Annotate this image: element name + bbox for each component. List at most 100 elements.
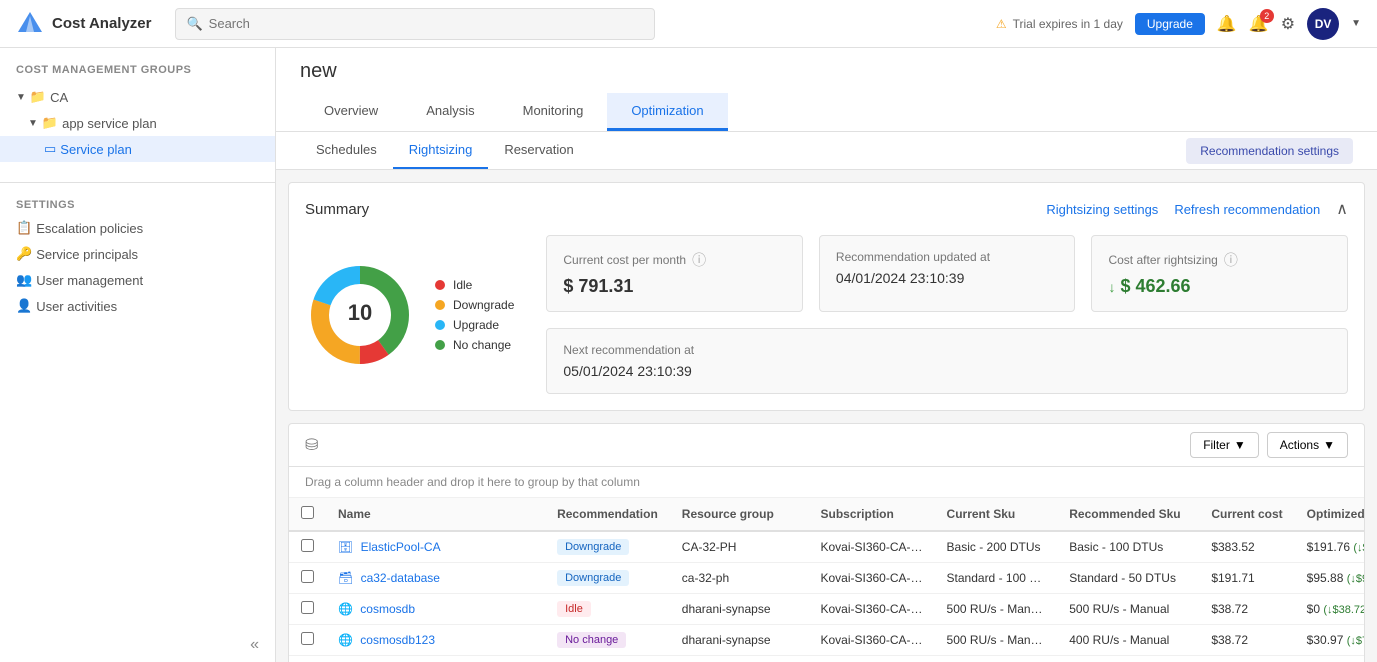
legend-downgrade: Downgrade — [435, 298, 514, 312]
donut-svg: 10 — [305, 260, 415, 370]
donut-legend: Idle Downgrade Upgrade — [435, 278, 514, 352]
row-subscription: Kovai-SI360-CA-… — [808, 563, 934, 594]
recommendation-settings-button[interactable]: Recommendation settings — [1186, 138, 1353, 164]
avatar[interactable]: DV — [1307, 8, 1339, 40]
sub-tab-schedules[interactable]: Schedules — [300, 132, 393, 169]
rec-updated-label: Recommendation updated at — [836, 250, 1059, 264]
filter-button[interactable]: Filter ▼ — [1190, 432, 1259, 458]
summary-full: 10 Idle Downgrade — [305, 235, 1348, 394]
metric-rec-updated: Recommendation updated at 04/01/2024 23:… — [819, 235, 1076, 312]
info-icon-2[interactable]: ⓘ — [1224, 250, 1238, 270]
saving-value: (↓$95.83) — [1347, 573, 1365, 585]
search-bar[interactable]: 🔍 — [175, 8, 655, 40]
resource-name[interactable]: ca32-database — [361, 571, 440, 585]
service-plan-label: Service plan — [60, 142, 132, 157]
row-recommended-sku: Standard_B1ls - Linux — [1057, 656, 1199, 662]
sidebar-item-user-management[interactable]: 👥 User management — [0, 267, 275, 293]
table-row: 🗃 ca32-database Downgrade ca-32-ph Kovai… — [289, 563, 1365, 594]
saving-value: (↓$7.74) — [1347, 635, 1365, 647]
trial-badge: ⚠ Trial expires in 1 day — [996, 17, 1123, 31]
row-checkbox-cell — [289, 656, 326, 662]
tab-optimization[interactable]: Optimization — [607, 93, 727, 131]
main-header: new Overview Analysis Monitoring Optimiz… — [276, 48, 1377, 132]
collapse-sidebar-button[interactable]: « — [0, 628, 275, 662]
settings-icon[interactable]: ⚙ — [1281, 14, 1295, 34]
row-resource-group: DHARANI-SYNAPSE — [670, 656, 809, 662]
search-input[interactable] — [209, 16, 645, 31]
main-content: new Overview Analysis Monitoring Optimiz… — [276, 48, 1377, 662]
escalation-label: Escalation policies — [36, 221, 143, 236]
info-icon[interactable]: ⓘ — [692, 250, 706, 270]
upgrade-dot — [435, 320, 445, 330]
row-resource-group: ca-32-ph — [670, 563, 809, 594]
row-subscription: Kovai-SI360-CA-… — [808, 594, 934, 625]
sub-tab-rightsizing[interactable]: Rightsizing — [393, 132, 489, 169]
row-optimized-cost: $191.76 (↓$191.76) — [1295, 531, 1365, 563]
upgrade-button[interactable]: Upgrade — [1135, 13, 1205, 35]
row-name: 🗄 ElasticPool-CA — [326, 531, 545, 563]
tab-monitoring[interactable]: Monitoring — [499, 93, 608, 131]
row-recommended-sku: 400 RU/s - Manual — [1057, 625, 1199, 656]
rightsizing-settings-link[interactable]: Rightsizing settings — [1046, 202, 1158, 217]
row-subscription: Kovai-SI360-CA-… — [808, 625, 934, 656]
sidebar-item-escalation[interactable]: 📋 Escalation policies — [0, 215, 275, 241]
actions-button[interactable]: Actions ▼ — [1267, 432, 1348, 458]
table-header-row: Name Recommendation Resource group Subsc… — [289, 498, 1365, 531]
user-management-label: User management — [36, 273, 143, 288]
app-layout: COST MANAGEMENT GROUPS ▼ 📁 CA ▼ 📁 app se… — [0, 48, 1377, 662]
cost-after-label: Cost after rightsizing ⓘ — [1108, 250, 1331, 270]
next-rec-value: 05/01/2024 23:10:39 — [563, 363, 1331, 379]
legend-upgrade: Upgrade — [435, 318, 514, 332]
refresh-recommendation-link[interactable]: Refresh recommendation — [1174, 202, 1320, 217]
resource-icon: ▭ — [44, 141, 56, 157]
sidebar-item-app-service-plan[interactable]: ▼ 📁 app service plan — [0, 110, 275, 136]
resource-name[interactable]: ElasticPool-CA — [361, 540, 441, 554]
table-row: 💻 dharanivirtualscaleset Downgrade DHARA… — [289, 656, 1365, 662]
row-checkbox[interactable] — [301, 570, 314, 583]
sidebar-item-service-principals[interactable]: 🔑 Service principals — [0, 241, 275, 267]
sub-tabs-bar: Schedules Rightsizing Reservation Recomm… — [276, 132, 1377, 170]
row-checkbox[interactable] — [301, 539, 314, 552]
row-checkbox-cell — [289, 594, 326, 625]
sidebar-item-user-activities[interactable]: 👤 User activities — [0, 293, 275, 319]
metrics-grid: Current cost per month ⓘ $ 791.31 Recomm… — [546, 235, 1348, 394]
sidebar-item-ca[interactable]: ▼ 📁 CA — [0, 84, 275, 110]
downgrade-dot — [435, 300, 445, 310]
alerts-icon[interactable]: 🔔 2 — [1249, 14, 1269, 34]
sidebar-divider — [0, 182, 275, 183]
sidebar-item-service-plan[interactable]: ▭ Service plan — [0, 136, 275, 162]
sidebar-tree: ▼ 📁 CA ▼ 📁 app service plan ▭ Service pl… — [0, 84, 275, 162]
row-current-sku: Basic - 200 DTUs — [935, 531, 1058, 563]
row-checkbox[interactable] — [301, 632, 314, 645]
filter-label: Filter — [1203, 438, 1230, 452]
idle-label: Idle — [453, 278, 472, 292]
warning-icon: ⚠ — [996, 17, 1007, 31]
sub-tab-reservation[interactable]: Reservation — [488, 132, 589, 169]
donut-legend-area: 10 Idle Downgrade — [305, 260, 514, 370]
row-current-cost: $383.52 — [1199, 531, 1294, 563]
row-recommended-sku: 500 RU/s - Manual — [1057, 594, 1199, 625]
resource-name[interactable]: cosmosdb123 — [360, 633, 435, 647]
col-resource-group: Resource group — [670, 498, 809, 531]
tab-overview[interactable]: Overview — [300, 93, 402, 131]
user-activities-label: User activities — [36, 299, 117, 314]
tab-analysis[interactable]: Analysis — [402, 93, 498, 131]
main-tabs: Overview Analysis Monitoring Optimizatio… — [300, 93, 1353, 131]
nav-actions: ⚠ Trial expires in 1 day Upgrade 🔔 🔔 2 ⚙… — [996, 8, 1361, 40]
app-logo[interactable]: Cost Analyzer — [16, 10, 151, 38]
row-current-cost: $191.71 — [1199, 563, 1294, 594]
recommendation-badge: Downgrade — [557, 539, 629, 555]
service-principals-label: Service principals — [36, 247, 138, 262]
row-current-cost: $38.72 — [1199, 625, 1294, 656]
filter-funnel-icon: ⛁ — [305, 435, 318, 455]
row-recommendation: Downgrade — [545, 531, 670, 563]
col-current-sku: Current Sku — [935, 498, 1058, 531]
idle-dot — [435, 280, 445, 290]
select-all-checkbox[interactable] — [301, 506, 314, 519]
resource-icon: 🗃 — [338, 571, 353, 585]
summary-title: Summary — [305, 201, 369, 218]
collapse-summary-icon[interactable]: ∧ — [1336, 199, 1348, 219]
row-checkbox[interactable] — [301, 601, 314, 614]
resource-name[interactable]: cosmosdb — [360, 602, 415, 616]
notification-bell-icon[interactable]: 🔔 — [1217, 14, 1237, 34]
